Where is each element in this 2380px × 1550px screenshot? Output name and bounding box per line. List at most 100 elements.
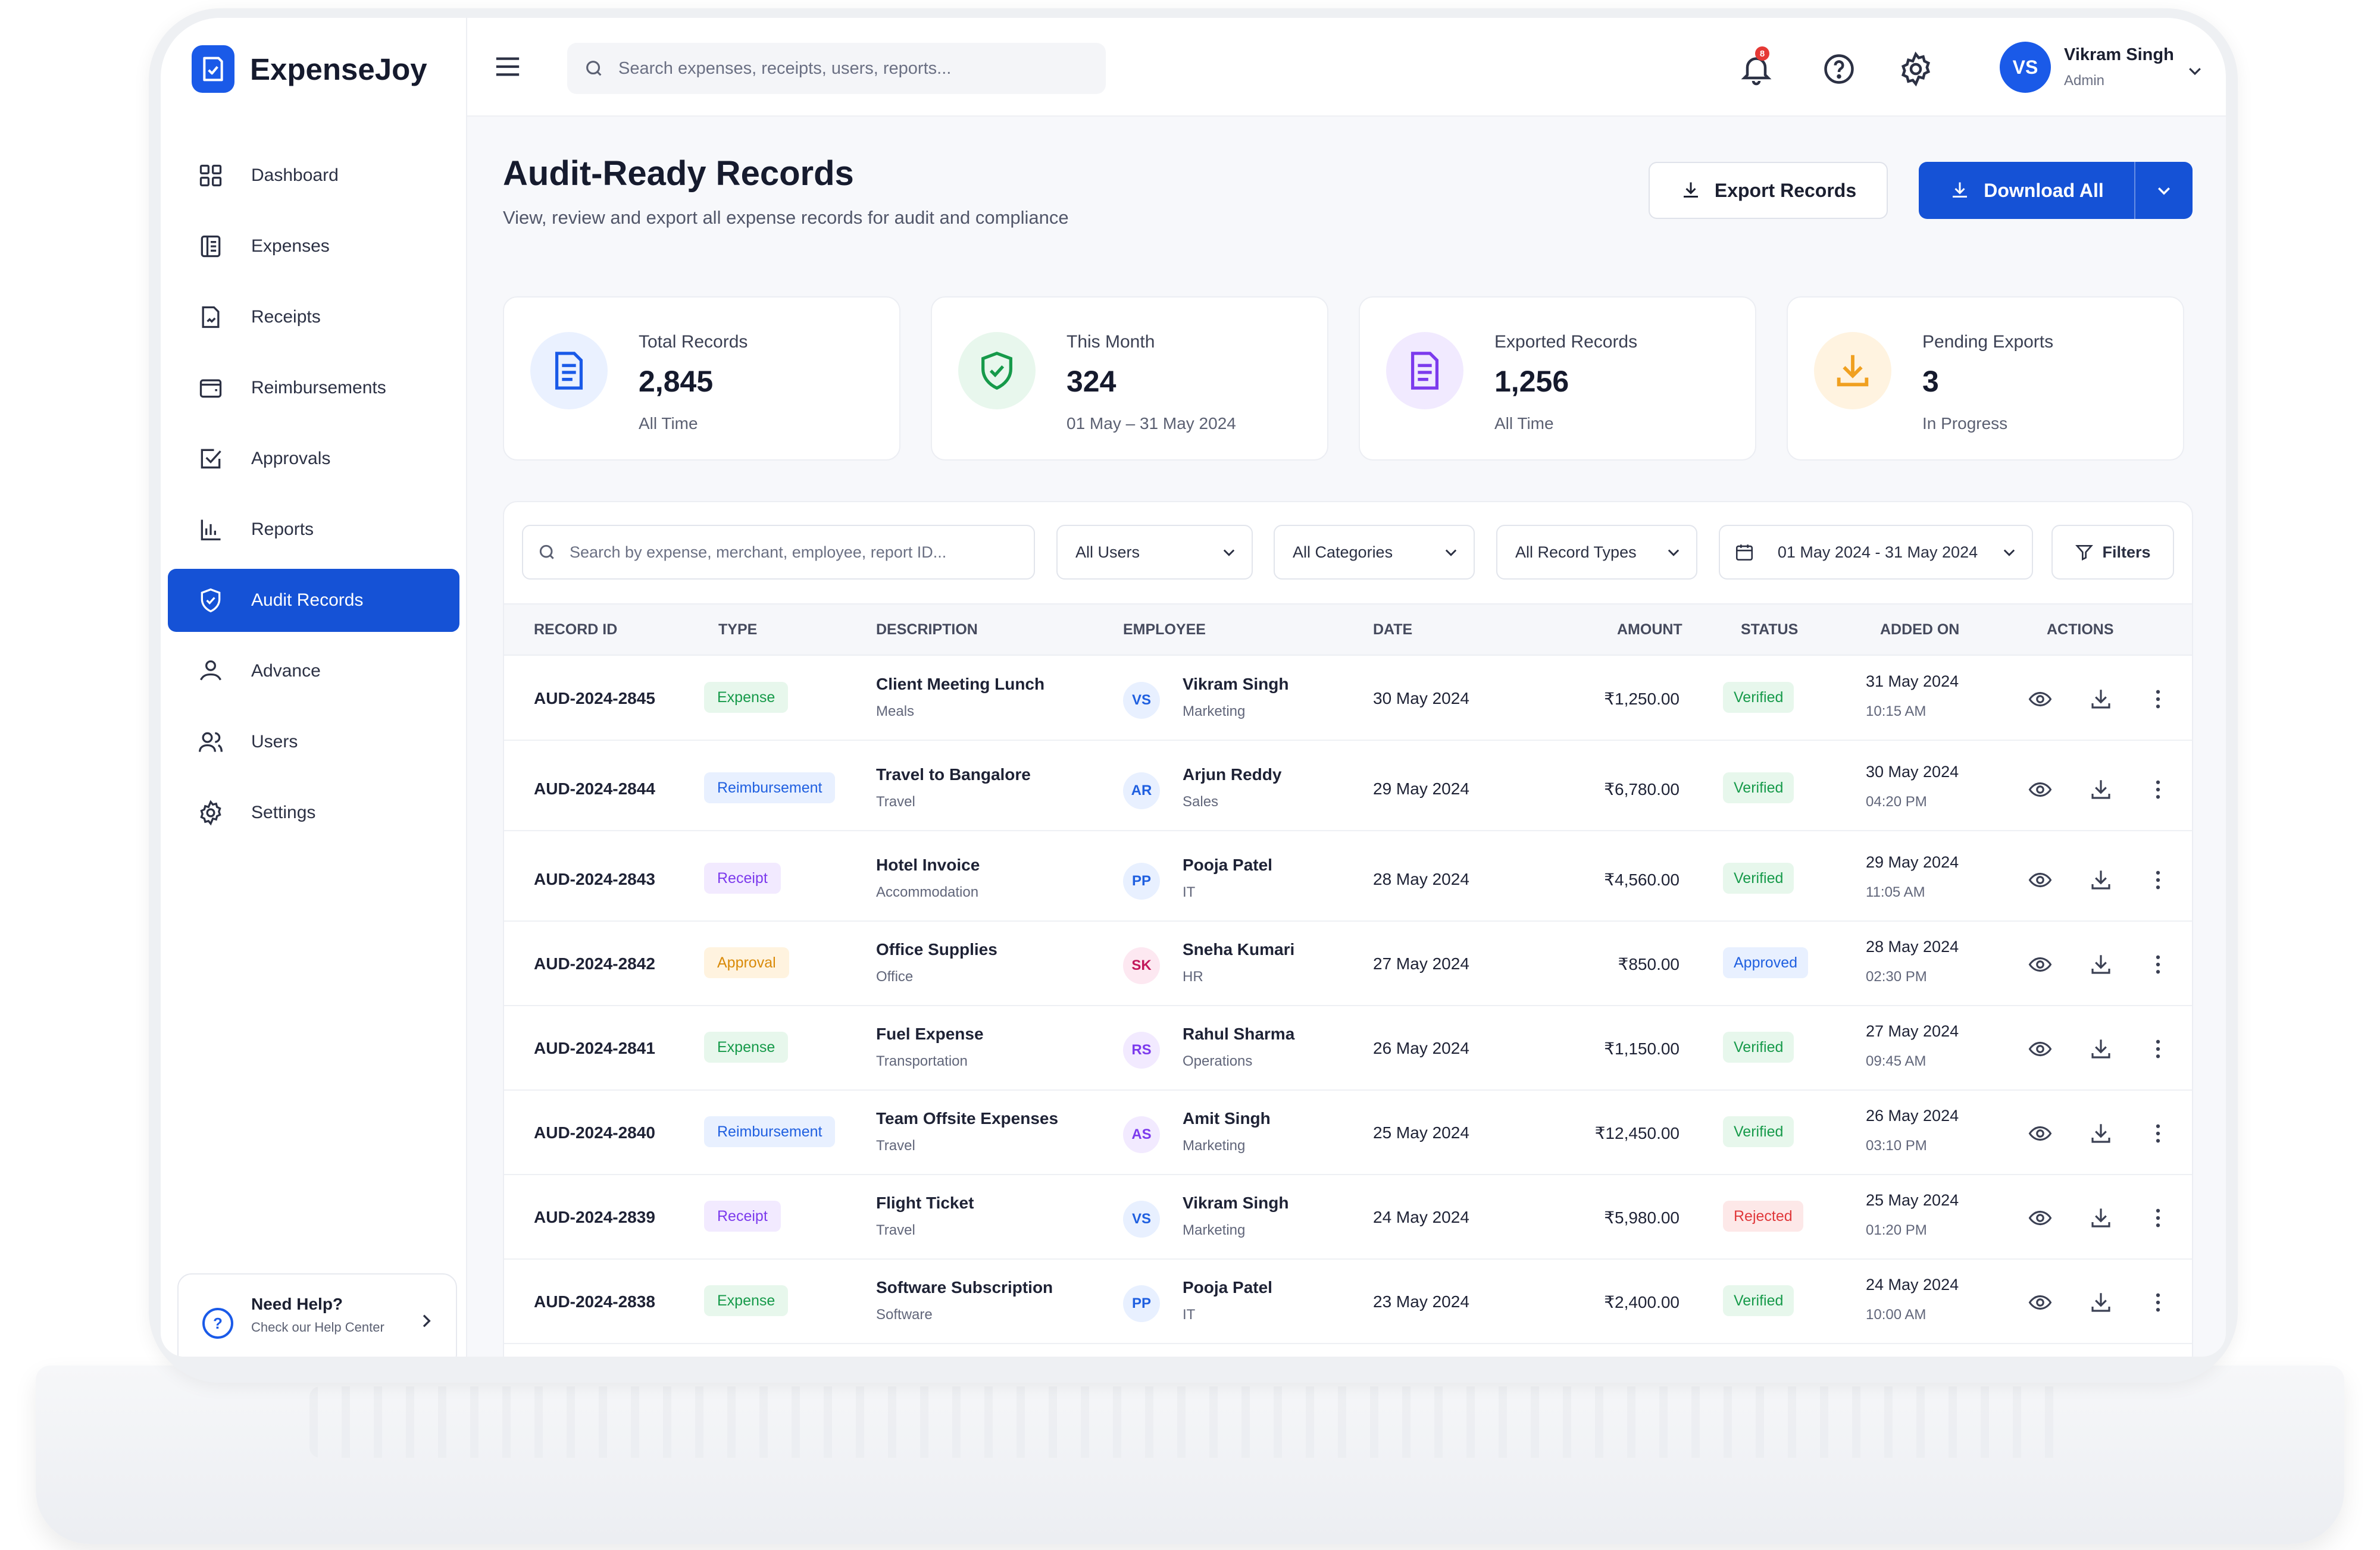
download-icon[interactable] (2088, 952, 2113, 977)
eye-icon[interactable] (2028, 1037, 2053, 1061)
sidebar-item-label: Expenses (251, 236, 330, 256)
record-id[interactable]: AUD-2024-2840 (534, 1123, 655, 1142)
global-search[interactable] (567, 43, 1106, 94)
record-date: 30 May 2024 (1373, 689, 1469, 707)
download-icon[interactable] (2088, 868, 2113, 893)
added-on-time: 10:00 AM (1866, 1307, 1926, 1323)
employee-avatar: VS (1123, 682, 1160, 719)
stat-card-this-month: This Month 324 01 May – 31 May 2024 (931, 296, 1328, 461)
filters-button[interactable]: Filters (2051, 525, 2174, 580)
stat-icon-bg (1386, 332, 1463, 409)
more-vertical-icon[interactable] (2146, 687, 2171, 712)
records-search-input[interactable] (570, 543, 1022, 562)
user-avatar[interactable]: VS (2000, 42, 2051, 93)
download-icon[interactable] (2088, 1121, 2113, 1146)
eye-icon[interactable] (2028, 1205, 2053, 1230)
record-id[interactable]: AUD-2024-2842 (534, 954, 655, 973)
global-search-input[interactable] (618, 58, 1094, 79)
more-vertical-icon[interactable] (2146, 777, 2171, 802)
employee-name: Pooja Patel (1183, 1278, 1272, 1297)
table-row[interactable]: AUD-2024-2840 Reimbursement Team Offsite E… (504, 1090, 2192, 1175)
sidebar-item-receipts[interactable]: Receipts (168, 286, 459, 349)
added-on-time: 01:20 PM (1866, 1222, 1927, 1238)
more-vertical-icon[interactable] (2146, 1205, 2171, 1230)
download-icon[interactable] (2088, 1205, 2113, 1230)
column-header-status[interactable]: Status (1741, 621, 1798, 638)
help-circle-icon: ? (202, 1308, 233, 1339)
more-vertical-icon[interactable] (2146, 1290, 2171, 1315)
sidebar-item-dashboard[interactable]: Dashboard (168, 144, 459, 207)
record-date: 28 May 2024 (1373, 870, 1469, 888)
more-vertical-icon[interactable] (2146, 1037, 2171, 1061)
sidebar-item-expenses[interactable]: Expenses (168, 215, 459, 278)
added-on-time: 10:15 AM (1866, 703, 1926, 719)
download-icon[interactable] (2088, 1290, 2113, 1315)
column-header-added-on[interactable]: Added On (1880, 621, 1959, 638)
column-header-record-id[interactable]: Record ID (534, 621, 617, 638)
eye-icon[interactable] (2028, 1121, 2053, 1146)
column-header-description[interactable]: Description (876, 621, 978, 638)
record-id[interactable]: AUD-2024-2839 (534, 1208, 655, 1227)
download-icon (1953, 182, 1968, 198)
sidebar-item-audit-records[interactable]: Audit Records (168, 569, 459, 632)
brand[interactable]: ExpenseJoy (192, 44, 427, 94)
hamburger-menu-icon[interactable] (494, 55, 521, 79)
records-search[interactable] (522, 525, 1035, 580)
more-vertical-icon[interactable] (2146, 952, 2171, 977)
sidebar-item-reports[interactable]: Reports (168, 498, 459, 561)
sidebar-item-label: Settings (251, 803, 316, 822)
more-vertical-icon[interactable] (2146, 1121, 2171, 1146)
help-icon[interactable] (1821, 51, 1857, 87)
download-icon[interactable] (2088, 777, 2113, 802)
column-header-amount[interactable]: Amount (1617, 621, 1682, 638)
more-vertical-icon[interactable] (2146, 868, 2171, 893)
sidebar-item-advance[interactable]: Advance (168, 640, 459, 703)
eye-icon[interactable] (2028, 687, 2053, 712)
table-row[interactable]: AUD-2024-2844 Reimbursement Travel to Bang… (504, 746, 2192, 831)
record-types-dropdown[interactable]: All Record Types (1496, 525, 1697, 580)
added-on-date: 29 May 2024 (1866, 853, 1959, 871)
download-all-button-group: Download All (1919, 162, 2193, 219)
eye-icon[interactable] (2028, 868, 2053, 893)
column-header-date[interactable]: Date (1373, 621, 1412, 638)
export-records-button[interactable]: Export Records (1649, 162, 1888, 219)
sidebar-item-users[interactable]: Users (168, 710, 459, 774)
sidebar-item-settings[interactable]: Settings (168, 781, 459, 844)
table-row[interactable]: AUD-2024-2845 Expense Client Meeting Lunch… (504, 656, 2192, 741)
amount: ₹4,560.00 (1604, 870, 1680, 889)
categories-dropdown-value: All Categories (1293, 543, 1393, 561)
download-options-toggle[interactable] (2135, 181, 2193, 199)
settings-gear-icon[interactable] (1898, 51, 1934, 87)
column-header-employee[interactable]: Employee (1123, 621, 1206, 638)
date-range-picker[interactable]: 01 May 2024 - 31 May 2024 (1719, 525, 2033, 580)
eye-icon[interactable] (2028, 1290, 2053, 1315)
record-id[interactable]: AUD-2024-2838 (534, 1292, 655, 1311)
download-all-button[interactable]: Download All (1919, 162, 2135, 219)
record-id[interactable]: AUD-2024-2841 (534, 1039, 655, 1058)
eye-icon[interactable] (2028, 952, 2053, 977)
sidebar-item-reimbursements[interactable]: Reimbursements (168, 356, 459, 419)
description-category: Travel (876, 1222, 915, 1238)
record-id[interactable]: AUD-2024-2843 (534, 870, 655, 889)
column-header-type[interactable]: Type (718, 621, 757, 638)
download-icon[interactable] (2088, 687, 2113, 712)
record-id[interactable]: AUD-2024-2845 (534, 689, 655, 708)
help-card[interactable]: ? Need Help? Check our Help Center (177, 1273, 457, 1357)
table-row[interactable]: AUD-2024-2839 Receipt Flight Ticket Travel V… (504, 1175, 2192, 1260)
eye-icon[interactable] (2028, 777, 2053, 802)
table-row[interactable]: AUD-2024-2841 Expense Fuel Expense Transpor… (504, 1006, 2192, 1091)
amount: ₹6,780.00 (1604, 780, 1680, 799)
table-row[interactable]: AUD-2024-2843 Receipt Hotel Invoice Accommo… (504, 837, 2192, 922)
stat-subtext: In Progress (1922, 414, 2008, 433)
description-category: Travel (876, 794, 915, 810)
status-badge: Verified (1723, 863, 1794, 894)
categories-dropdown[interactable]: All Categories (1274, 525, 1475, 580)
sidebar-item-approvals[interactable]: Approvals (168, 427, 459, 490)
download-icon[interactable] (2088, 1037, 2113, 1061)
table-row[interactable]: AUD-2024-2838 Expense Software Subscriptio… (504, 1259, 2192, 1344)
chevron-down-icon[interactable] (2186, 62, 2204, 80)
table-row[interactable]: AUD-2024-2842 Approval Office Supplies Offi… (504, 921, 2192, 1006)
record-date: 23 May 2024 (1373, 1292, 1469, 1311)
users-dropdown[interactable]: All Users (1056, 525, 1253, 580)
record-id[interactable]: AUD-2024-2844 (534, 779, 655, 799)
